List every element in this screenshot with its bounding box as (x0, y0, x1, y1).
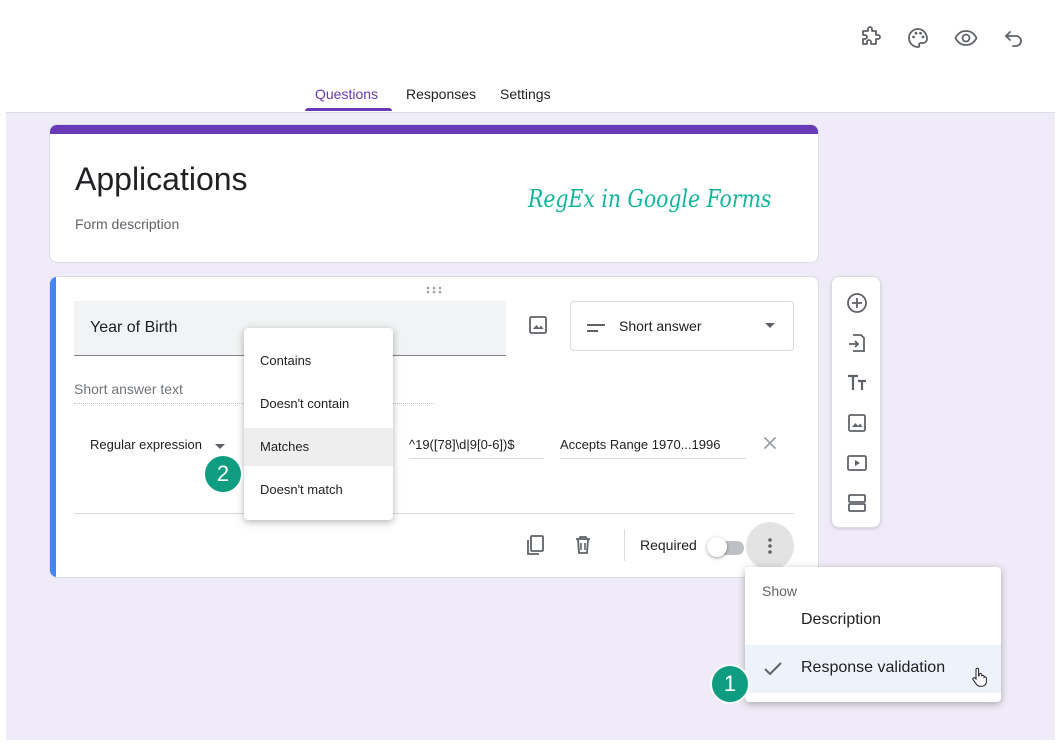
show-option-description[interactable]: Description (745, 597, 1001, 645)
validation-type-select[interactable]: Regular expression (90, 437, 202, 452)
error-text-input[interactable]: Accepts Range 1970...1996 (560, 437, 746, 459)
step-badge-1: 1 (710, 664, 750, 704)
close-icon[interactable] (762, 435, 778, 451)
chevron-down-icon (765, 323, 775, 328)
validation-type-chevron-icon[interactable] (215, 444, 225, 449)
show-options-menu: Show Description Response validation (745, 567, 1001, 702)
import-questions-icon[interactable] (845, 331, 869, 355)
footer-divider (74, 513, 794, 514)
more-options-button[interactable] (746, 522, 794, 570)
delete-icon[interactable] (571, 533, 595, 557)
pattern-input[interactable]: ^19([78]\d|9[0-6])$ (409, 437, 544, 459)
more-vert-icon (768, 538, 772, 554)
footer-vertical-divider (624, 529, 625, 561)
form-title[interactable]: Applications (75, 161, 248, 198)
form-title-card: Applications Form description RegEx in G… (49, 124, 819, 263)
tab-responses[interactable]: Responses (406, 86, 476, 102)
show-option-response-validation-label: Response validation (801, 659, 946, 676)
show-option-response-validation[interactable]: Response validation (745, 645, 1001, 693)
eye-icon[interactable] (952, 24, 980, 52)
short-answer-icon (587, 320, 605, 338)
duplicate-icon[interactable] (523, 533, 547, 557)
puzzle-icon[interactable] (856, 24, 884, 52)
title-card-accent (50, 125, 818, 134)
condition-menu: Contains Doesn't contain Matches Doesn't… (244, 328, 393, 520)
condition-option-doesnt-match[interactable]: Doesn't match (244, 471, 393, 509)
overlay-caption: RegEx in Google Forms (528, 185, 772, 213)
active-tab-indicator (305, 108, 392, 111)
app-frame: Questions Responses Settings Application… (6, 6, 1055, 740)
condition-option-doesnt-contain[interactable]: Doesn't contain (244, 385, 393, 423)
add-section-icon[interactable] (845, 491, 869, 515)
header-bar: Questions Responses Settings (6, 6, 1055, 113)
add-question-icon[interactable] (845, 291, 869, 315)
add-image-icon[interactable] (845, 411, 869, 435)
required-toggle-thumb[interactable] (707, 537, 727, 557)
question-card-accent (50, 277, 56, 577)
add-title-icon[interactable] (845, 371, 869, 395)
tab-questions[interactable]: Questions (315, 86, 378, 102)
form-description-field[interactable]: Form description (75, 216, 179, 232)
palette-icon[interactable] (904, 24, 932, 52)
show-option-description-label: Description (801, 611, 882, 628)
add-image-icon[interactable] (526, 313, 550, 337)
condition-option-matches[interactable]: Matches (244, 428, 393, 466)
undo-icon[interactable] (1000, 24, 1028, 52)
add-video-icon[interactable] (845, 451, 869, 475)
hand-cursor-icon (970, 667, 988, 687)
drag-handle-icon[interactable] (426, 283, 442, 297)
question-title-text: Year of Birth (90, 319, 178, 336)
question-type-select[interactable]: Short answer (570, 301, 794, 351)
check-icon (761, 657, 785, 681)
tab-settings[interactable]: Settings (500, 86, 551, 102)
condition-option-contains[interactable]: Contains (244, 342, 393, 380)
question-card[interactable]: Year of Birth Short answer Short answer … (49, 276, 819, 578)
required-label: Required (640, 537, 697, 553)
step-badge-2: 2 (203, 454, 243, 494)
side-toolbar (831, 276, 881, 528)
question-type-label: Short answer (619, 318, 702, 334)
